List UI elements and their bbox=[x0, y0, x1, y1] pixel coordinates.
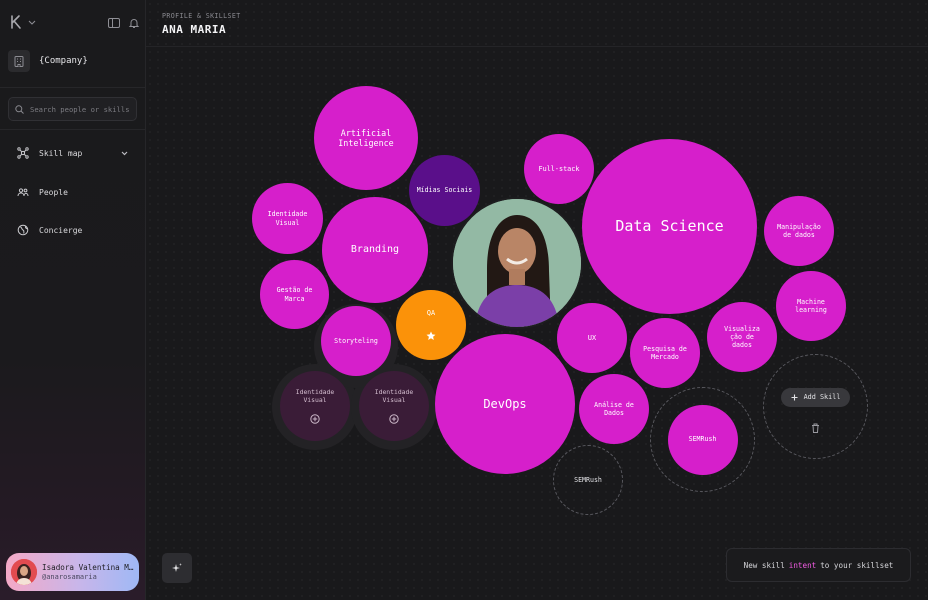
user-name: Isadora Valentina Mon… bbox=[42, 563, 134, 572]
nav-item-skill-map[interactable]: Skill map bbox=[17, 145, 129, 161]
skill-slot-semrush[interactable]: SEMRush bbox=[553, 445, 623, 515]
page-header: PROFILE & SKILLSET ANA MARIA bbox=[162, 12, 241, 36]
user-handle: @anarosamaria bbox=[42, 573, 97, 581]
nav-label: Skill map bbox=[39, 148, 83, 158]
notifications-button[interactable] bbox=[128, 14, 142, 28]
search-icon bbox=[15, 104, 24, 114]
building-icon bbox=[8, 50, 30, 72]
search-input[interactable] bbox=[30, 104, 130, 114]
add-skill-button[interactable]: Add Skill bbox=[780, 388, 851, 407]
skill-bubble-storyteling[interactable]: Storyteling bbox=[321, 306, 391, 376]
skill-bubble-ux[interactable]: UX bbox=[557, 303, 627, 373]
logo-menu[interactable] bbox=[10, 14, 36, 30]
people-icon bbox=[17, 188, 29, 197]
nav-label: People bbox=[39, 187, 68, 197]
panel-toggle-button[interactable] bbox=[108, 14, 122, 28]
sidebar: {Company} Skill map People bbox=[0, 0, 146, 600]
add-circle-icon[interactable] bbox=[389, 414, 399, 424]
skill-bubble-full-stack[interactable]: Full-stack bbox=[524, 134, 594, 204]
skill-bubble-identidade-visual[interactable]: Identidade Visual bbox=[252, 183, 323, 254]
divider bbox=[0, 87, 146, 88]
skill-bubble-qa[interactable]: QA bbox=[396, 290, 466, 360]
suggested-skill-identidade-visual[interactable]: Identidade Visual bbox=[280, 371, 350, 441]
bell-icon bbox=[128, 19, 140, 28]
divider bbox=[0, 129, 146, 130]
sidebar-top-bar bbox=[10, 14, 140, 32]
header-divider bbox=[146, 46, 928, 47]
add-skill-slot[interactable]: Add Skill bbox=[763, 354, 868, 459]
sparkle-icon bbox=[172, 563, 182, 572]
skill-bubble-semrush[interactable]: SEMRush bbox=[667, 404, 738, 475]
page-title: ANA MARIA bbox=[162, 23, 227, 36]
add-circle-icon[interactable] bbox=[310, 414, 320, 424]
company-switcher[interactable]: {Company} bbox=[8, 50, 88, 72]
ai-sparkle-button[interactable] bbox=[162, 553, 192, 583]
chevron-down-icon[interactable] bbox=[120, 149, 129, 158]
nav-item-concierge[interactable]: Concierge bbox=[17, 222, 129, 238]
plus-icon bbox=[791, 394, 798, 401]
globe-icon bbox=[17, 224, 29, 236]
suggested-skill-identidade-visual[interactable]: Identidade Visual bbox=[359, 371, 429, 441]
nav-label: Concierge bbox=[39, 225, 83, 235]
nav-item-people[interactable]: People bbox=[17, 184, 129, 200]
toast-text: to your skillset bbox=[820, 560, 894, 570]
add-skill-label: Add Skill bbox=[803, 393, 841, 402]
chevron-down-icon bbox=[28, 20, 36, 25]
avatar bbox=[11, 559, 37, 585]
skill-slot-dashed[interactable]: SEMRush bbox=[650, 387, 755, 492]
toast-highlight: intent bbox=[788, 560, 817, 570]
company-name: {Company} bbox=[39, 56, 88, 66]
skill-bubble-devops[interactable]: DevOps bbox=[435, 334, 575, 474]
skill-bubble-visualizacao-de-dados[interactable]: Visualiza ção de dados bbox=[707, 302, 777, 372]
new-skill-intent-toast[interactable]: New skill intent to your skillset bbox=[726, 548, 911, 582]
trash-icon[interactable] bbox=[811, 423, 820, 433]
network-icon bbox=[17, 147, 29, 159]
skill-bubble-branding[interactable]: Branding bbox=[322, 197, 428, 303]
skill-bubble-analise-de-dados[interactable]: Análise de Dados bbox=[579, 374, 649, 444]
logo-icon bbox=[11, 15, 36, 29]
skill-bubble-pesquisa-de-mercado[interactable]: Pesquisa de Mercado bbox=[630, 318, 700, 388]
main-canvas: PROFILE & SKILLSET ANA MARIA Artificial … bbox=[146, 0, 928, 600]
search-box[interactable] bbox=[8, 97, 137, 121]
skill-bubble-artificial-inteligence[interactable]: Artificial Inteligence bbox=[314, 86, 418, 190]
page-kicker: PROFILE & SKILLSET bbox=[162, 12, 241, 20]
skill-bubble-gestao-de-marca[interactable]: Gestão de Marca bbox=[260, 260, 329, 329]
skill-bubble-machine-learning[interactable]: Machine learning bbox=[776, 271, 846, 341]
profile-photo bbox=[451, 197, 583, 329]
skill-bubble-data-science[interactable]: Data Science bbox=[582, 139, 757, 314]
star-icon bbox=[426, 331, 436, 340]
sidebar-panel-icon bbox=[108, 18, 120, 28]
user-profile-card[interactable]: Isadora Valentina Mon… @anarosamaria bbox=[6, 553, 139, 591]
toast-text: New skill bbox=[743, 560, 785, 570]
skill-bubble-manipulacao-de-dados[interactable]: Manipulação de dados bbox=[764, 196, 834, 266]
